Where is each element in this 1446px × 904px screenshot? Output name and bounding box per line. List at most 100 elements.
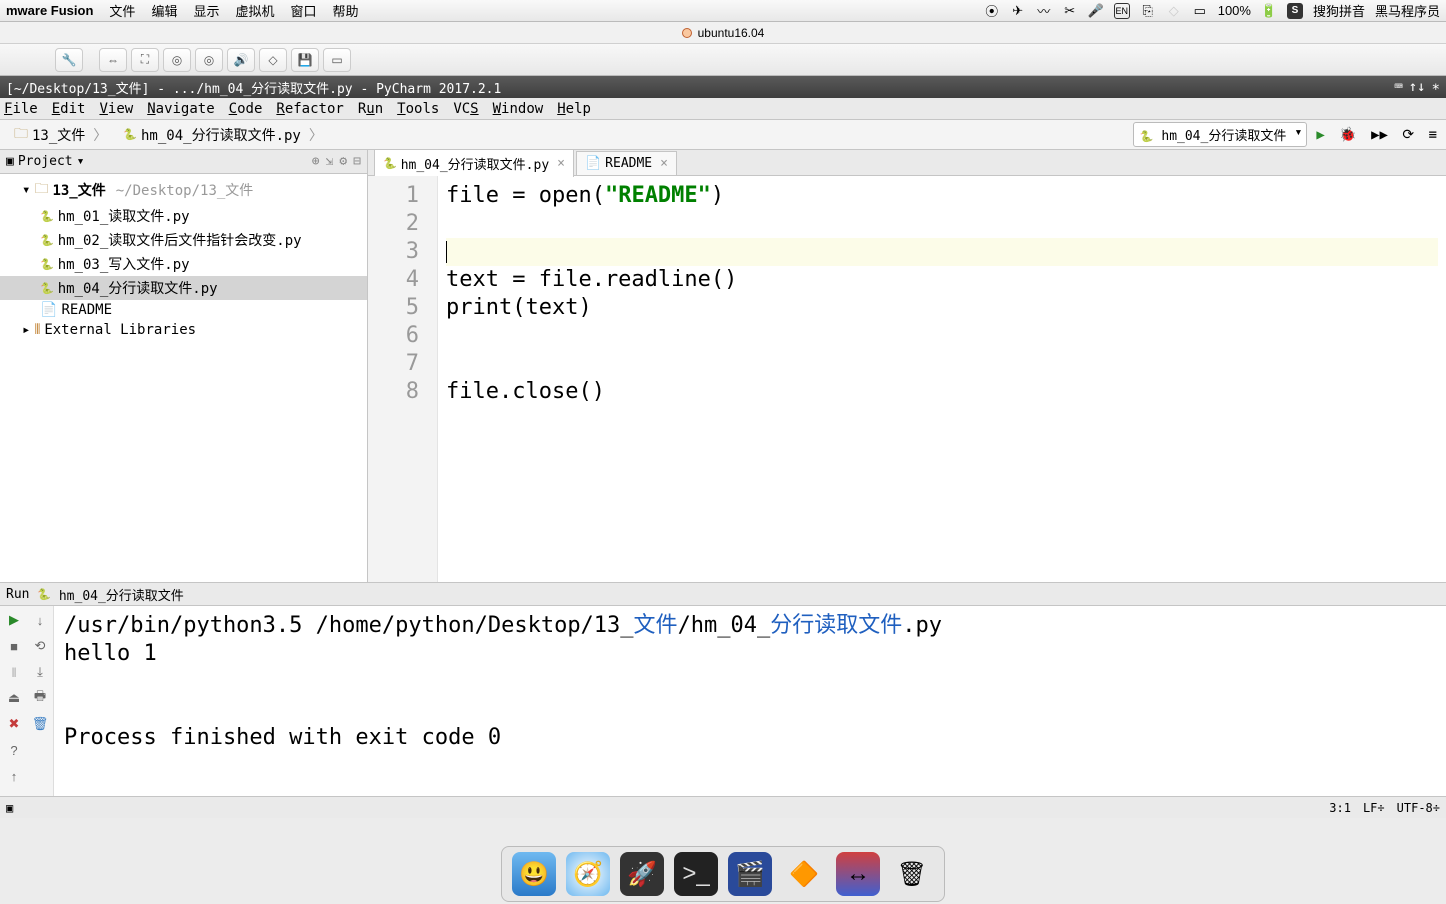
down-button[interactable]: ↓: [30, 610, 50, 630]
debug-button[interactable]: 🐞: [1339, 127, 1356, 143]
mic-icon[interactable]: 🎤: [1088, 3, 1104, 19]
vlc-icon[interactable]: 🔶: [782, 852, 826, 896]
tree-root[interactable]: ▾ 🗀 13_文件 ~/Desktop/13_文件: [0, 176, 367, 204]
run-config-select[interactable]: 🐍 hm_04_分行读取文件 ▾: [1133, 122, 1308, 147]
user-label[interactable]: 黑马程序员: [1375, 1, 1440, 20]
scroll-from-source-icon[interactable]: ⊕: [312, 154, 320, 169]
coverage-button[interactable]: ▶▶: [1371, 127, 1388, 143]
close-icon[interactable]: ×: [660, 156, 668, 171]
safari-icon[interactable]: 🧭: [566, 852, 610, 896]
menu-file-pc[interactable]: File: [4, 101, 38, 117]
tree-file-4[interactable]: 📄README: [0, 300, 367, 320]
tab-0[interactable]: 🐍 hm_04_分行读取文件.py ×: [374, 149, 574, 177]
menu-tools-pc[interactable]: Tools: [397, 101, 439, 117]
menu-view[interactable]: 显示: [193, 1, 219, 20]
scroll-button[interactable]: ⤓: [30, 662, 50, 682]
bluetooth-icon[interactable]: ∗: [1432, 79, 1440, 95]
battery-icon[interactable]: 🔋: [1261, 3, 1277, 19]
encoding[interactable]: UTF-8÷: [1397, 801, 1440, 815]
menu-file[interactable]: 文件: [109, 1, 135, 20]
gear-icon[interactable]: ⚙: [339, 154, 347, 169]
menu-navigate-pc[interactable]: Navigate: [147, 101, 214, 117]
exit-button[interactable]: ⏏: [4, 688, 24, 708]
menu-help[interactable]: 帮助: [333, 1, 359, 20]
tree-file-3[interactable]: 🐍hm_04_分行读取文件.py: [0, 276, 367, 300]
pause-button[interactable]: ‖: [4, 662, 24, 682]
up-button[interactable]: ↑: [4, 766, 24, 786]
monitor-icon[interactable]: ▭: [323, 48, 351, 72]
close-run-button[interactable]: ✖: [4, 714, 24, 734]
code-editor[interactable]: 1 2 3 4 5 6 7 8 file = open("README") te…: [368, 176, 1446, 582]
record-icon[interactable]: ⦿: [984, 3, 1000, 19]
network-icon[interactable]: ↑↓: [1409, 79, 1426, 95]
lang-en-icon[interactable]: EN: [1114, 3, 1130, 19]
tree-external[interactable]: ▸ ⫴ External Libraries: [0, 320, 367, 340]
trash-button[interactable]: 🗑: [30, 714, 50, 734]
display-icon[interactable]: ▭: [1192, 3, 1208, 19]
project-tab-icon[interactable]: ▣: [6, 154, 14, 169]
chevron-down-icon[interactable]: ▾: [77, 154, 85, 169]
run-button[interactable]: ▶: [1316, 127, 1324, 143]
project-title[interactable]: Project: [18, 154, 73, 169]
collapse-icon[interactable]: ⇲: [326, 154, 334, 169]
menu-window[interactable]: 窗口: [290, 1, 316, 20]
help-button[interactable]: ?: [4, 740, 24, 760]
launchpad-icon[interactable]: 🚀: [620, 852, 664, 896]
cursor-position[interactable]: 3:1: [1329, 801, 1351, 815]
search-button[interactable]: ≡: [1429, 127, 1437, 143]
breadcrumb-root[interactable]: 🗀 13_文件: [6, 121, 115, 149]
menu-window-pc[interactable]: Window: [493, 101, 544, 117]
app-name[interactable]: mware Fusion: [6, 3, 93, 18]
hide-icon[interactable]: ⊟: [353, 154, 361, 169]
run-panel-header[interactable]: Run 🐍 hm_04_分行读取文件: [0, 582, 1446, 606]
menu-run-pc[interactable]: Run: [358, 101, 383, 117]
close-icon[interactable]: ×: [557, 156, 565, 171]
expand-icon[interactable]: ⇔: [99, 48, 127, 72]
app-icon[interactable]: 🎬: [728, 852, 772, 896]
breadcrumb-file[interactable]: 🐍 hm_04_分行读取文件.py: [115, 123, 331, 147]
fullscreen-icon[interactable]: ⛶: [131, 48, 159, 72]
wave-icon[interactable]: 〰: [1036, 3, 1052, 19]
menu-help-pc[interactable]: Help: [557, 101, 591, 117]
code-body[interactable]: file = open("README") text = file.readli…: [438, 176, 1446, 582]
vm-toolbar: 🔧 ⇔ ⛶ ◎ ◎ 🔊 ◇ 💾 ▭: [0, 44, 1446, 76]
menu-view-pc[interactable]: View: [99, 101, 133, 117]
floppy-icon[interactable]: 💾: [291, 48, 319, 72]
wrench-icon[interactable]: 🔧: [55, 48, 83, 72]
keyboard-icon[interactable]: ⌨: [1394, 79, 1402, 95]
terminal-icon[interactable]: >_: [674, 852, 718, 896]
ime-label[interactable]: 搜狗拼音: [1313, 1, 1365, 20]
copy-icon[interactable]: ⎘: [1140, 3, 1156, 19]
menu-edit-pc[interactable]: Edit: [52, 101, 86, 117]
disc2-icon[interactable]: ◎: [195, 48, 223, 72]
tree-file-2[interactable]: 🐍hm_03_写入文件.py: [0, 252, 367, 276]
wrap-button[interactable]: ⟲: [30, 636, 50, 656]
wifi-icon[interactable]: ◇: [1166, 3, 1182, 19]
menu-vcs-pc[interactable]: VCS: [453, 101, 478, 117]
line-sep[interactable]: LF÷: [1363, 801, 1385, 815]
rerun-button[interactable]: ▶: [4, 610, 24, 630]
editor-tabs: 🐍 hm_04_分行读取文件.py × 📄 README ×: [368, 150, 1446, 176]
stop-button[interactable]: ■: [4, 636, 24, 656]
project-tree[interactable]: ▾ 🗀 13_文件 ~/Desktop/13_文件 🐍hm_01_读取文件.py…: [0, 174, 367, 342]
tree-file-0[interactable]: 🐍hm_01_读取文件.py: [0, 204, 367, 228]
net-icon[interactable]: ◇: [259, 48, 287, 72]
tab-1[interactable]: 📄 README ×: [576, 151, 677, 175]
sogou-icon[interactable]: S: [1287, 3, 1303, 19]
status-icon[interactable]: ▣: [6, 801, 13, 815]
tree-file-1[interactable]: 🐍hm_02_读取文件后文件指针会改变.py: [0, 228, 367, 252]
sound-icon[interactable]: 🔊: [227, 48, 255, 72]
profile-button[interactable]: ⟳: [1402, 127, 1414, 143]
menu-refactor-pc[interactable]: Refactor: [276, 101, 343, 117]
print-button[interactable]: 🖶: [30, 688, 50, 708]
finder-icon[interactable]: 😃: [512, 852, 556, 896]
menu-vm[interactable]: 虚拟机: [235, 1, 274, 20]
menu-edit[interactable]: 编辑: [151, 1, 177, 20]
remote-icon[interactable]: ↔: [836, 852, 880, 896]
menu-code-pc[interactable]: Code: [229, 101, 263, 117]
scissors-icon[interactable]: ✂: [1062, 3, 1078, 19]
trash-icon[interactable]: 🗑: [890, 852, 934, 896]
disc-icon[interactable]: ◎: [163, 48, 191, 72]
send-icon[interactable]: ✈: [1010, 3, 1026, 19]
console-output[interactable]: /usr/bin/python3.5 /home/python/Desktop/…: [54, 606, 1446, 796]
